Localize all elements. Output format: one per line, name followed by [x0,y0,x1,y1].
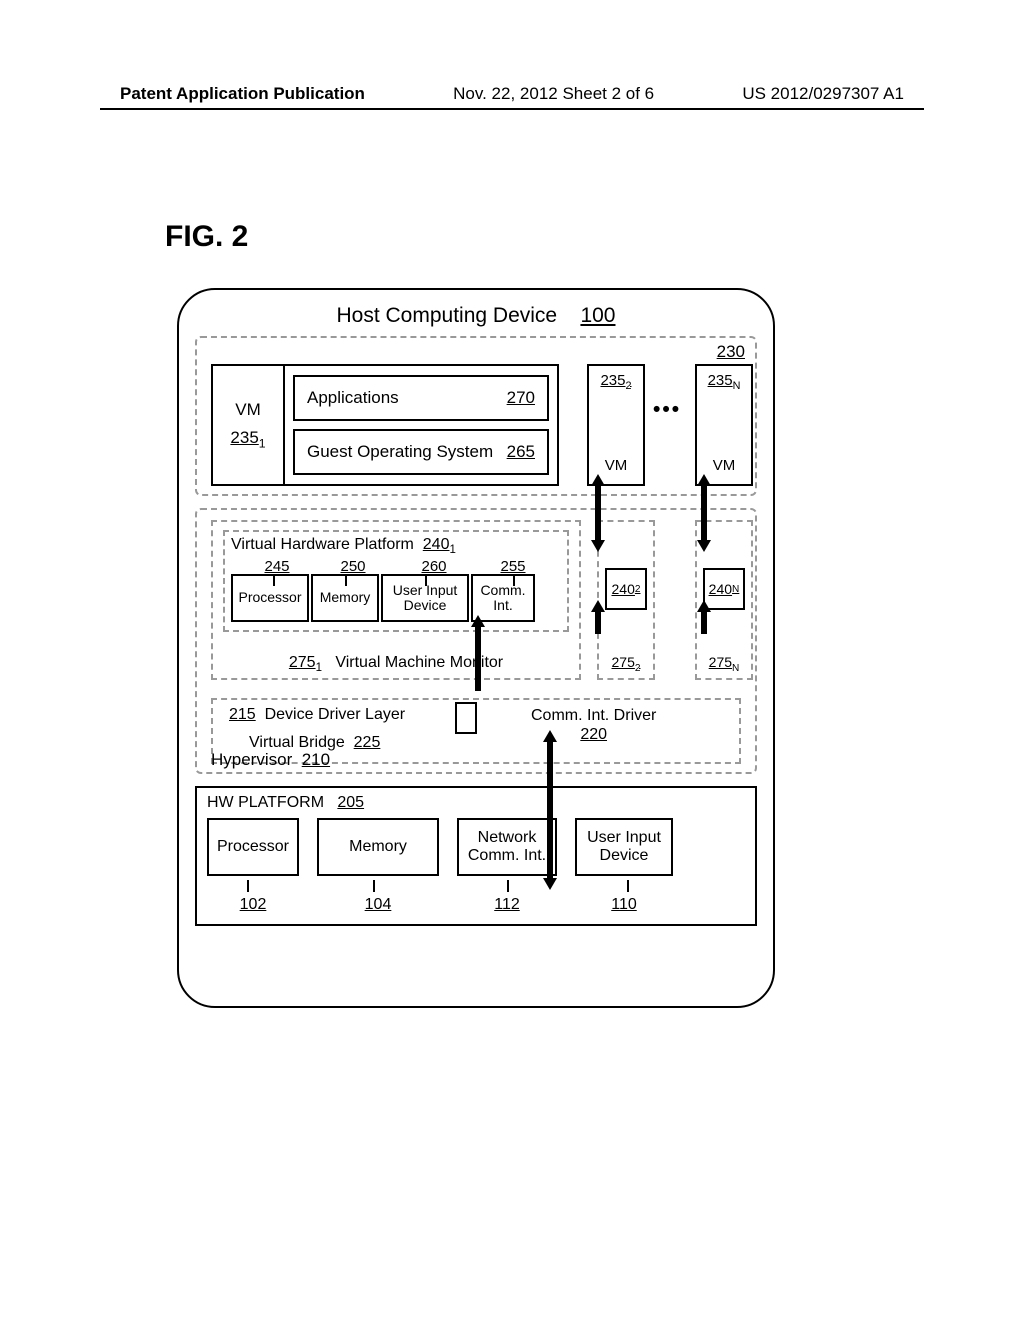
vmN-label: VM [713,457,736,474]
ref-102: 102 [207,896,299,914]
hw-memory-104: Memory [317,818,439,876]
hypervisor-label: Hypervisor 210 [211,750,330,770]
arrow-vm2-platform [595,483,601,543]
vmm-275-1: Virtual Hardware Platform 2401 245 250 2… [211,520,581,680]
header-right: US 2012/0297307 A1 [742,84,904,104]
applications-270: Applications 270 [293,375,549,421]
ref-275-2: 2752 [599,654,653,674]
figure-label: FIG. 2 [165,220,248,254]
header-center: Nov. 22, 2012 Sheet 2 of 6 [453,84,654,104]
ref-112: 112 [457,896,557,914]
hw-network-112: Network Comm. Int. [457,818,557,876]
arrow-commint-bridge [475,625,481,691]
vm1-ref: 2351 [230,428,265,450]
guest-os-265: Guest Operating System 265 [293,429,549,475]
host-ref: 100 [580,304,615,327]
vm2-label: VM [605,457,628,474]
page-header: Patent Application Publication Nov. 22, … [0,84,1024,104]
gos-ref: 265 [507,442,535,462]
arrowhead-up-icon [543,730,557,742]
ref-110: 110 [575,896,673,914]
host-computing-device-box: Host Computing Device 100 230 VM 2351 Ap… [177,288,775,1008]
vm1-right: Applications 270 Guest Operating System … [285,366,557,484]
vm1-name: VM [235,400,261,420]
arrowhead-up-icon [591,600,605,612]
apps-label: Applications [307,388,399,408]
apps-ref: 270 [507,388,535,408]
header-left: Patent Application Publication [120,84,365,104]
arrowhead-down-icon [591,540,605,552]
vm-235-1: VM 2351 Applications 270 Guest Operating… [211,364,559,486]
vmm-275-2: 2402 2752 [597,520,655,680]
arrowhead-up-icon [697,600,711,612]
virtual-hw-platform-240-1: Virtual Hardware Platform 2401 245 250 2… [223,530,569,632]
arrow-platN-vmm [701,610,707,634]
vm-235-N: 235N VM [695,364,753,486]
ref-260: 260 [390,558,478,575]
bridge-port-icon [455,702,477,734]
ref-230: 230 [717,342,745,362]
hw-platform-205: HW PLATFORM 205 Processor Memory Network… [195,786,757,926]
hw-processor-102: Processor [207,818,299,876]
ellipsis-icon: ••• [653,398,681,422]
vm2-ref: 2352 [600,372,631,392]
vm-235-2: 2352 VM [587,364,645,486]
vm-235-1-label: VM 2351 [213,366,285,484]
host-title: Host Computing Device 100 [195,304,757,328]
vmm1-label: 2751 Virtual Machine Monitor [213,654,579,674]
header-rule [100,108,924,110]
arrowhead-up-icon [471,615,485,627]
arrowhead-up-icon [697,474,711,486]
arrow-vmN-platform [701,483,707,543]
ref-245: 245 [238,558,316,575]
vhw-title: Virtual Hardware Platform 2401 [231,536,561,556]
vhw-processor-245: Processor [231,574,309,622]
ref-255: 255 [481,558,545,575]
host-title-text: Host Computing Device [337,304,558,327]
gos-label: Guest Operating System [307,442,493,462]
vhw-refs: 245 250 260 255 [238,558,554,575]
arrowhead-up-icon [591,474,605,486]
hw-userinput-110: User Input Device [575,818,673,876]
ref-250: 250 [319,558,387,575]
arrowhead-down-icon [543,878,557,890]
vm-group-230: 230 VM 2351 Applications 270 Guest Opera… [195,336,757,496]
arrow-driver-network [547,740,553,880]
arrow-plat2-vmm [595,610,601,634]
ref-104: 104 [317,896,439,914]
hw-title: HW PLATFORM 205 [207,794,745,812]
ref-275-N: 275N [697,654,751,674]
ddl-title: 215 Device Driver Layer [229,706,405,724]
arrowhead-down-icon [697,540,711,552]
platform-240-2: 2402 [605,568,647,610]
vmN-ref: 235N [708,372,741,392]
